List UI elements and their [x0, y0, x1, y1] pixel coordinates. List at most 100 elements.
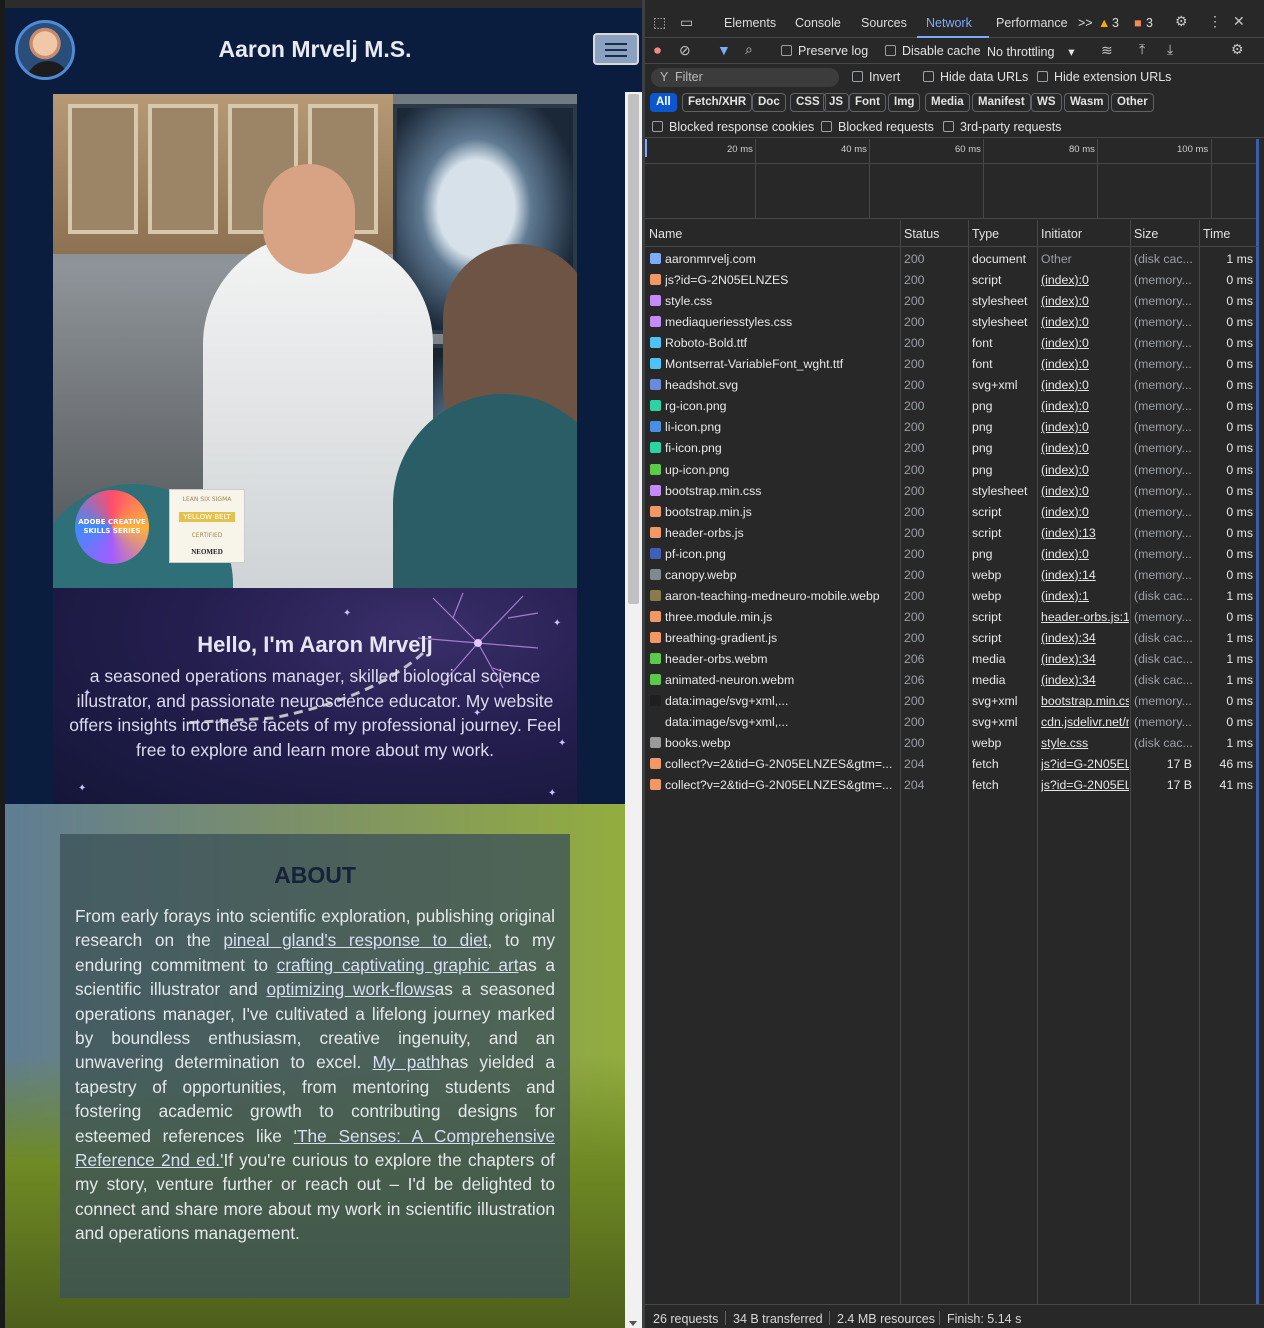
request-row[interactable]: collect?v=2&tid=G-2N05ELNZES&gtm=... 204 f… — [645, 774, 1258, 795]
request-initiator[interactable]: (index):34 — [1041, 673, 1129, 687]
filter-funnel-icon[interactable]: ▼ — [717, 42, 731, 58]
request-name[interactable]: breathing-gradient.js — [665, 631, 897, 645]
request-row[interactable]: aaron-teaching-medneuro-mobile.webp 200 we… — [645, 585, 1258, 606]
request-name[interactable]: style.css — [665, 294, 897, 308]
request-initiator[interactable]: (index):13 — [1041, 526, 1129, 540]
workflows-link[interactable]: optimizing work-flows — [266, 979, 434, 999]
request-name[interactable]: bootstrap.min.css — [665, 484, 897, 498]
request-initiator[interactable]: (index):0 — [1041, 378, 1129, 392]
blocked-response-cookies-checkbox[interactable]: Blocked response cookies — [652, 120, 814, 134]
request-row[interactable]: style.css 200 stylesheet (index):0 (memory..… — [645, 290, 1258, 311]
request-name[interactable]: rg-icon.png — [665, 399, 897, 413]
warning-icon[interactable]: ▲ — [1098, 16, 1110, 30]
type-filter-all[interactable]: All — [650, 93, 677, 112]
request-name[interactable]: books.webp — [665, 736, 897, 750]
request-initiator[interactable]: bootstrap.min.cs — [1041, 694, 1129, 708]
type-filter-media[interactable]: Media — [925, 93, 970, 112]
more-tabs-button[interactable]: >> — [1078, 16, 1093, 30]
my-path-link[interactable]: My path — [372, 1052, 440, 1072]
request-row[interactable]: bootstrap.min.js 200 script (index):0 (memor… — [645, 501, 1258, 522]
request-row[interactable]: Roboto-Bold.ttf 200 font (index):0 (memory..… — [645, 332, 1258, 353]
request-row[interactable]: mediaqueriesstyles.css 200 stylesheet (inde… — [645, 311, 1258, 332]
error-count[interactable]: 3 — [1146, 16, 1153, 30]
request-row[interactable]: fi-icon.png 200 png (index):0 (memory... 0 ms — [645, 437, 1258, 458]
request-initiator[interactable]: js?id=G-2N05ELI — [1041, 778, 1129, 792]
request-name[interactable]: up-icon.png — [665, 463, 897, 477]
yellow-belt-badge[interactable]: LEAN SIX SIGMA YELLOW BELT CERTIFIED NEO… — [169, 489, 245, 563]
filter-input[interactable]: Y Filter — [651, 68, 839, 87]
timeline-overview-handle[interactable] — [645, 139, 647, 157]
adobe-badge[interactable]: ADOBE CREATIVE SKILLS SERIES — [75, 490, 149, 564]
tab-performance[interactable]: Performance — [996, 16, 1068, 30]
request-name[interactable]: li-icon.png — [665, 420, 897, 434]
pineal-gland-link[interactable]: pineal gland's response to diet — [223, 930, 487, 950]
device-toggle-icon[interactable]: ▭ — [680, 14, 693, 31]
request-name[interactable]: aaron-teaching-medneuro-mobile.webp — [665, 589, 897, 603]
blocked-requests-checkbox[interactable]: Blocked requests — [821, 120, 934, 134]
request-name[interactable]: collect?v=2&tid=G-2N05ELNZES&gtm=... — [665, 778, 897, 792]
request-name[interactable]: Montserrat-VariableFont_wght.ttf — [665, 357, 897, 371]
request-name[interactable]: canopy.webp — [665, 568, 897, 582]
clear-icon[interactable]: ⊘ — [679, 42, 691, 59]
network-settings-gear-icon[interactable]: ⚙ — [1231, 41, 1244, 58]
request-initiator[interactable]: (index):34 — [1041, 631, 1129, 645]
invert-checkbox[interactable]: Invert — [852, 70, 900, 84]
request-initiator[interactable]: style.css — [1041, 736, 1129, 750]
request-row[interactable]: books.webp 200 webp style.css (disk cac... 1 … — [645, 732, 1258, 753]
type-filter-wasm[interactable]: Wasm — [1064, 93, 1110, 112]
request-name[interactable]: Roboto-Bold.ttf — [665, 336, 897, 350]
request-name[interactable]: js?id=G-2N05ELNZES — [665, 273, 897, 287]
throttling-select[interactable]: No throttling ▾ — [987, 44, 1075, 59]
request-name[interactable]: animated-neuron.webm — [665, 673, 897, 687]
import-har-icon[interactable]: ⤒ — [1139, 41, 1145, 58]
request-row[interactable]: bootstrap.min.css 200 stylesheet (index):0 (… — [645, 480, 1258, 501]
request-row[interactable]: rg-icon.png 200 png (index):0 (memory... 0 ms — [645, 395, 1258, 416]
search-icon[interactable]: ⌕ — [745, 41, 753, 58]
type-filter-img[interactable]: Img — [888, 93, 921, 112]
record-stop-icon[interactable]: ⏺ — [654, 42, 661, 59]
network-conditions-icon[interactable]: ≋ — [1101, 42, 1113, 59]
network-overview-timeline[interactable]: 20 ms 40 ms 60 ms 80 ms 100 ms — [645, 139, 1258, 219]
error-icon[interactable]: ■ — [1134, 16, 1142, 30]
request-name[interactable]: data:image/svg+xml,... — [665, 715, 897, 729]
request-initiator[interactable]: (index):0 — [1041, 357, 1129, 371]
request-name[interactable]: mediaqueriesstyles.css — [665, 315, 897, 329]
page-scrollbar[interactable] — [625, 92, 642, 1328]
request-name[interactable]: data:image/svg+xml,... — [665, 694, 897, 708]
scroll-down-arrow-icon[interactable] — [629, 1321, 637, 1326]
request-initiator[interactable]: (index):0 — [1041, 441, 1129, 455]
request-name[interactable]: bootstrap.min.js — [665, 505, 897, 519]
column-header-status[interactable]: Status — [900, 220, 968, 247]
request-name[interactable]: header-orbs.webm — [665, 652, 897, 666]
request-row[interactable]: breathing-gradient.js 200 script (index):34… — [645, 627, 1258, 648]
preserve-log-checkbox[interactable]: Preserve log — [781, 44, 868, 58]
request-initiator[interactable]: (index):0 — [1041, 273, 1129, 287]
hide-data-urls-checkbox[interactable]: Hide data URLs — [923, 70, 1028, 84]
request-name[interactable]: header-orbs.js — [665, 526, 897, 540]
column-header-time[interactable]: Time — [1199, 220, 1258, 247]
tab-elements[interactable]: Elements — [724, 16, 776, 30]
hamburger-menu-button[interactable] — [593, 33, 639, 65]
column-header-name[interactable]: Name — [645, 220, 900, 247]
request-row[interactable]: js?id=G-2N05ELNZES 200 script (index):0 (mem… — [645, 269, 1258, 290]
request-initiator[interactable]: (index):0 — [1041, 294, 1129, 308]
request-initiator[interactable]: (index):0 — [1041, 399, 1129, 413]
request-row[interactable]: up-icon.png 200 png (index):0 (memory... 0 ms — [645, 459, 1258, 480]
request-initiator[interactable]: (index):34 — [1041, 652, 1129, 666]
request-row[interactable]: canopy.webp 200 webp (index):14 (memory... 0 … — [645, 564, 1258, 585]
settings-gear-icon[interactable]: ⚙ — [1175, 13, 1188, 30]
request-name[interactable]: pf-icon.png — [665, 547, 897, 561]
request-row[interactable]: Montserrat-VariableFont_wght.ttf 200 font (… — [645, 353, 1258, 374]
request-row[interactable]: li-icon.png 200 png (index):0 (memory... 0 ms — [645, 416, 1258, 437]
request-name[interactable]: aaronmrvelj.com — [665, 252, 897, 266]
request-initiator[interactable]: header-orbs.js:1 — [1041, 610, 1129, 624]
warning-count[interactable]: 3 — [1112, 16, 1119, 30]
tab-console[interactable]: Console — [795, 16, 841, 30]
export-har-icon[interactable]: ⤓ — [1167, 41, 1173, 58]
request-name[interactable]: fi-icon.png — [665, 441, 897, 455]
third-party-requests-checkbox[interactable]: 3rd-party requests — [943, 120, 1061, 134]
request-row[interactable]: data:image/svg+xml,... 200 svg+xml bootstra… — [645, 690, 1258, 711]
request-initiator[interactable]: (index):0 — [1041, 315, 1129, 329]
tab-sources[interactable]: Sources — [861, 16, 907, 30]
request-row[interactable]: data:image/svg+xml,... 200 svg+xml cdn.jsde… — [645, 711, 1258, 732]
